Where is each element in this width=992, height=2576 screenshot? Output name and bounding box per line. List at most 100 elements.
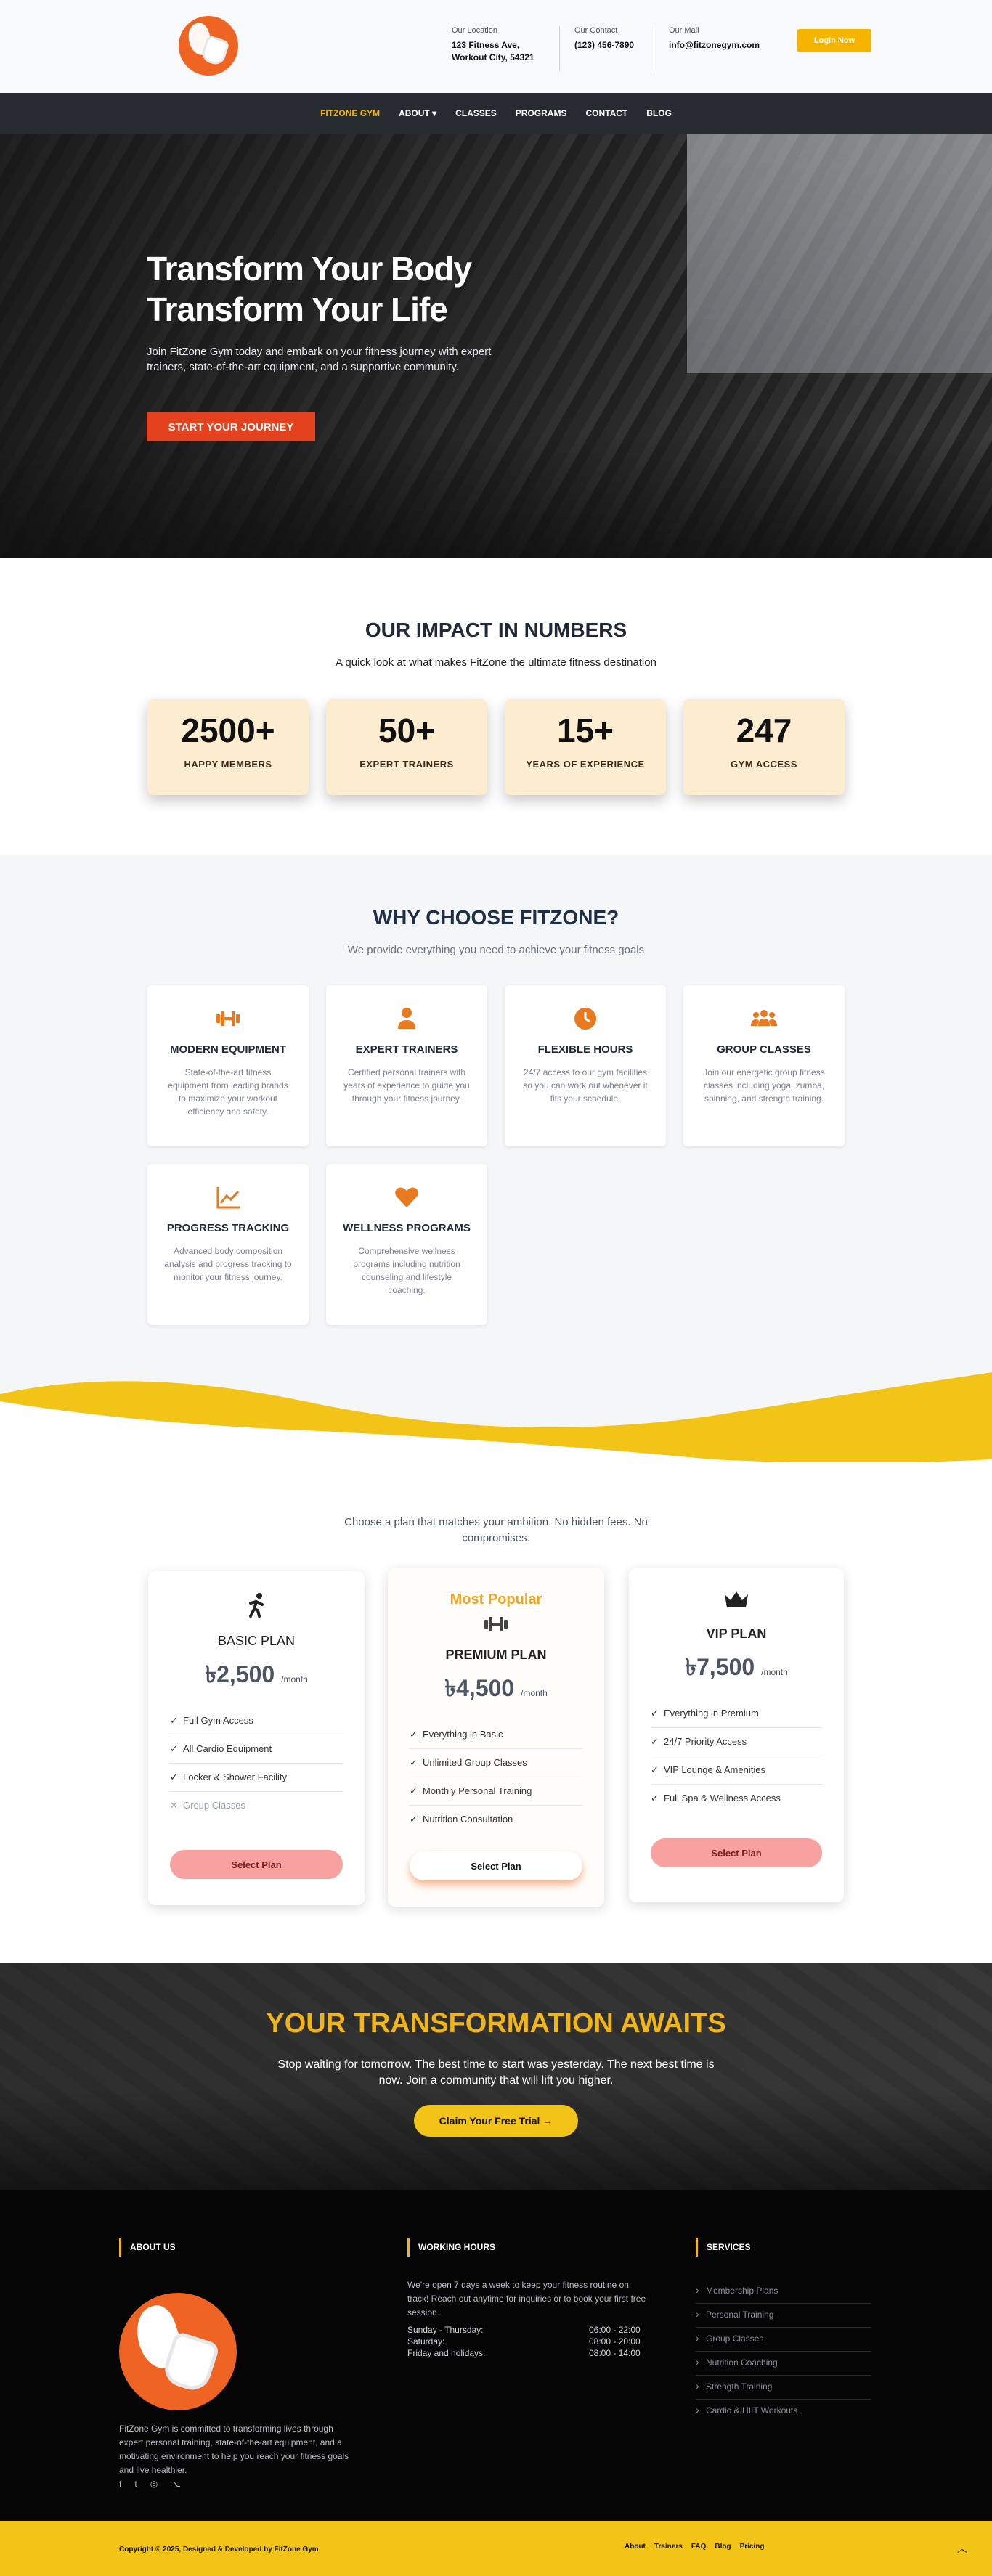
- select-basic-plan-button[interactable]: Select Plan: [170, 1850, 343, 1879]
- scroll-up-icon[interactable]: ︿: [957, 2541, 967, 2556]
- footer-hours-text: We're open 7 days a week to keep your fi…: [407, 2280, 646, 2318]
- plan-feature-list: ✓ Everything in Premium ✓ 24/7 Priority Ac…: [651, 1700, 822, 1812]
- location-info: Our Location 123 Fitness Ave, Workout Ci…: [452, 26, 534, 64]
- check-icon: ✓: [410, 1729, 418, 1740]
- hero-title-line2: Transform Your Life: [147, 290, 448, 328]
- bottom-link-trainers[interactable]: Trainers: [654, 2543, 683, 2551]
- running-icon: [148, 1591, 365, 1623]
- hero-title: Transform Your Body Transform Your Life: [147, 248, 472, 330]
- stats-row: 2500+ HAPPY MEMBERS 50+ EXPERT TRAINERS …: [0, 699, 992, 795]
- bottom-link-about[interactable]: About: [625, 2543, 646, 2551]
- cross-icon: ✕: [170, 1800, 178, 1811]
- contact-phone[interactable]: (123) 456-7890: [574, 39, 634, 52]
- service-link[interactable]: Nutrition Coaching: [696, 2352, 871, 2376]
- service-link[interactable]: Cardio & HIIT Workouts: [696, 2400, 871, 2423]
- service-link[interactable]: Membership Plans: [696, 2280, 871, 2304]
- plan-price-value: ৳7,500: [685, 1654, 755, 1680]
- feature-card: GROUP CLASSES Join our energetic group f…: [683, 985, 845, 1146]
- feature-text: State-of-the-art fitness equipment from …: [168, 1067, 288, 1117]
- bottom-link-faq[interactable]: FAQ: [691, 2543, 707, 2551]
- premium-plan-card: Most Popular PREMIUM PLAN ৳4,500 /month …: [388, 1568, 604, 1907]
- select-premium-plan-button[interactable]: Select Plan: [410, 1851, 582, 1880]
- plan-feature: ✓ Everything in Basic: [410, 1721, 582, 1749]
- nav-item-home[interactable]: FITZONE GYM: [320, 108, 380, 118]
- select-vip-plan-button[interactable]: Select Plan: [651, 1838, 822, 1867]
- check-icon: ✓: [170, 1772, 178, 1782]
- nav-item-contact[interactable]: CONTACT: [585, 108, 627, 118]
- service-link[interactable]: Strength Training: [696, 2376, 871, 2400]
- nav-item-blog[interactable]: BLOG: [646, 108, 672, 118]
- service-link[interactable]: Group Classes: [696, 2328, 871, 2352]
- group-icon: [749, 1004, 778, 1033]
- instagram-icon[interactable]: ◎: [150, 2479, 158, 2489]
- heart-icon: [392, 1183, 421, 1212]
- nav-item-classes[interactable]: CLASSES: [455, 108, 497, 118]
- plan-name: PREMIUM PLAN: [445, 1647, 547, 1662]
- plan-period: /month: [281, 1674, 308, 1684]
- plans-section: Choose a plan that matches your ambition…: [0, 1372, 992, 1963]
- feature-text: Join our energetic group fitness classes…: [703, 1067, 825, 1104]
- hours-row: Saturday: 08:00 - 20:00: [407, 2336, 641, 2347]
- impact-subtitle: A quick look at what makes FitZone the u…: [336, 656, 656, 669]
- fitzone-logo[interactable]: [179, 16, 238, 76]
- crown-icon: [629, 1589, 844, 1616]
- plan-feature-excluded: ✕ Group Classes: [170, 1800, 245, 1811]
- vip-plan-card: VIP PLAN ৳7,500 /month ✓ Everything in Pr…: [629, 1568, 844, 1902]
- plan-period: /month: [521, 1688, 548, 1698]
- plan-price: ৳2,500 /month: [148, 1656, 365, 1695]
- plan-feature-list: ✓ Everything in Basic ✓ Unlimited Group Cl…: [410, 1721, 582, 1833]
- social-links: f t ◎ ⌥: [119, 2479, 181, 2489]
- nav-item-programs[interactable]: PROGRAMS: [516, 108, 567, 118]
- plan-price: ৳7,500 /month: [629, 1649, 844, 1688]
- copyright-text: Copyright © 2025, Designed & Developed b…: [119, 2546, 319, 2553]
- check-icon: ✓: [170, 1743, 178, 1754]
- location-line1: 123 Fitness Ave,: [452, 40, 520, 50]
- chart-line-icon: [214, 1183, 243, 1212]
- facebook-icon[interactable]: f: [119, 2479, 121, 2489]
- footer-about-col: ABOUT US: [119, 2238, 176, 2257]
- trainer-icon: [392, 1004, 421, 1033]
- free-trial-button[interactable]: Claim Your Free Trial →: [414, 2105, 578, 2137]
- login-button[interactable]: Login Now: [797, 29, 871, 52]
- feature-text: Certified personal trainers with years o…: [343, 1067, 470, 1104]
- contact-info: Our Contact (123) 456-7890: [559, 26, 634, 71]
- bottom-link-blog[interactable]: Blog: [715, 2543, 731, 2551]
- plan-feature: ✓ Locker & Shower Facility: [170, 1764, 343, 1792]
- mail-address[interactable]: info@fitzonegym.com: [669, 39, 760, 52]
- nav-item-about[interactable]: ABOUT ▾: [399, 108, 436, 118]
- stat-label: GYM ACCESS: [731, 759, 797, 770]
- mail-info: Our Mail info@fitzonegym.com: [654, 26, 760, 71]
- impact-section: OUR IMPACT IN NUMBERS A quick look at wh…: [0, 558, 992, 855]
- feature-text: Comprehensive wellness programs includin…: [353, 1246, 460, 1295]
- start-journey-button[interactable]: START YOUR JOURNEY: [147, 412, 315, 441]
- plan-feature-list: ✓ Full Gym Access ✓ All Cardio Equipment ✓…: [170, 1707, 343, 1819]
- service-link[interactable]: Personal Training: [696, 2304, 871, 2328]
- github-icon[interactable]: ⌥: [171, 2479, 181, 2489]
- basic-plan-card: BASIC PLAN ৳2,500 /month ✓ Full Gym Acces…: [148, 1571, 365, 1905]
- plan-feature: ✓ Monthly Personal Training: [410, 1777, 582, 1806]
- impact-title: OUR IMPACT IN NUMBERS: [365, 619, 627, 641]
- top-header: Our Location 123 Fitness Ave, Workout Ci…: [0, 0, 992, 93]
- footer-services-col: SERVICES: [696, 2238, 750, 2257]
- contact-label: Our Contact: [574, 26, 618, 35]
- dumbbell-icon: [388, 1613, 604, 1642]
- feature-title: PROGRESS TRACKING: [166, 1222, 290, 1234]
- hero-section: Transform Your Body Transform Your Life …: [0, 134, 992, 558]
- stat-value: 15+: [556, 712, 614, 749]
- hours-row: Sunday - Thursday: 06:00 - 22:00: [407, 2325, 641, 2335]
- plan-period: /month: [761, 1667, 788, 1677]
- services-list: Membership Plans Personal Training Group…: [696, 2280, 871, 2423]
- check-icon: ✓: [651, 1764, 659, 1775]
- plan-feature: ✓ Full Spa & Wellness Access: [651, 1793, 781, 1803]
- plan-price-value: ৳4,500: [444, 1675, 515, 1701]
- transformation-text: Stop waiting for tomorrow. The best time…: [277, 2058, 715, 2087]
- bottom-link-pricing[interactable]: Pricing: [740, 2543, 765, 2551]
- bottom-links: About Trainers FAQ Blog Pricing: [625, 2543, 765, 2551]
- bottom-bar: Copyright © 2025, Designed & Developed b…: [0, 2521, 992, 2576]
- hours-row: Friday and holidays: 08:00 - 14:00: [407, 2348, 641, 2358]
- plan-name: VIP PLAN: [706, 1626, 767, 1641]
- plan-feature: ✓ All Cardio Equipment: [170, 1735, 343, 1764]
- hero-title-line1: Transform Your Body: [147, 250, 472, 288]
- twitter-icon[interactable]: t: [134, 2479, 137, 2489]
- location-label: Our Location: [452, 26, 497, 35]
